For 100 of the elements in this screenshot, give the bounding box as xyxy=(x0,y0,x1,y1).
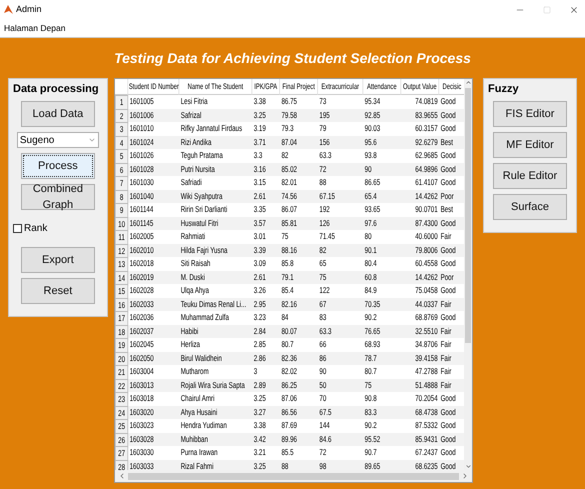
table-cell-text: 1601005 xyxy=(128,95,155,108)
table-cell-text: 1603013 xyxy=(128,378,155,392)
table-cell-text: Birul Walidhein xyxy=(179,352,223,364)
table-cell-text: 82 xyxy=(318,244,328,256)
table-cell-text: 85.02 xyxy=(280,162,298,176)
table-cell-text: 62.9685 xyxy=(414,149,438,162)
table-cell-text: 3.57 xyxy=(252,216,267,230)
row-number: 23 xyxy=(114,392,128,407)
table-cell-text: 63.3 xyxy=(318,324,332,338)
scroll-down-icon[interactable] xyxy=(464,463,472,470)
table-cell-text: 76.65 xyxy=(363,324,381,338)
table-cell-text: 95.52 xyxy=(363,432,381,446)
table-cell-text: Best xyxy=(439,136,454,148)
action-button[interactable]: Process xyxy=(20,153,95,179)
table-cell-text: 3.71 xyxy=(252,136,267,148)
table-cell-text: Teuku Dimas Renal Li... xyxy=(179,298,247,310)
table-cell-text: 67 xyxy=(318,298,328,310)
table-cell-text: Good xyxy=(439,446,457,459)
table-cell-text: Fair xyxy=(439,352,452,364)
vertical-scrollbar[interactable] xyxy=(464,79,472,470)
table-cell-text: 75 xyxy=(318,270,328,284)
fuzzy-button[interactable]: MF Editor xyxy=(493,132,567,158)
horizontal-scrollbar[interactable] xyxy=(114,470,472,482)
fuzzy-button[interactable]: Surface xyxy=(493,194,567,220)
table-cell-text: Best xyxy=(439,203,454,216)
table-cell-text: 1602036 xyxy=(128,311,155,324)
table-cell-text: Habibi xyxy=(179,324,200,338)
table-cell-text: 79 xyxy=(318,122,328,135)
table-cell-text: Rizi Andika xyxy=(179,136,212,148)
row-number: 21 xyxy=(114,365,128,380)
table-cell-text: 71.45 xyxy=(318,230,336,243)
table-cell-text: 67.15 xyxy=(318,190,336,202)
table-cell-text: Rifky Jannatul Firdaus xyxy=(179,122,243,135)
table-cell-text: Hilda Fajri Yusna xyxy=(179,244,228,257)
table-cell-text: 82.16 xyxy=(280,298,298,310)
fuzzy-button[interactable]: Rule Editor xyxy=(493,163,567,189)
table-cell-text: 90 xyxy=(318,365,328,378)
table-cell-text: Good xyxy=(439,432,457,446)
action-button[interactable]: Combined Graph xyxy=(20,184,95,210)
table-cell-text: 3.38 xyxy=(252,95,267,108)
table-cell-text: 14.4262 xyxy=(414,270,438,284)
menu-item[interactable]: Halaman Depan xyxy=(4,22,66,35)
table-cell-text: 90.8 xyxy=(363,392,378,405)
table-cell-text: 3.3 xyxy=(252,149,264,162)
action-button[interactable]: Export xyxy=(20,247,95,273)
table-cell-text: Good xyxy=(439,392,457,405)
table-cell-text: 1601028 xyxy=(128,162,155,176)
table-cell-text: 192 xyxy=(318,203,331,216)
table-cell-text: 80.07 xyxy=(280,324,298,338)
table-cell-text: 83 xyxy=(318,311,328,324)
table-cell-text: 82.36 xyxy=(280,352,298,364)
table-cell-text: 1601030 xyxy=(128,176,155,189)
scrollbar-thumb[interactable] xyxy=(465,88,472,343)
table-cell-text: 79.58 xyxy=(280,108,298,122)
method-dropdown[interactable]: Sugeno xyxy=(16,132,99,148)
table-cell-text: 84.6 xyxy=(318,432,332,446)
table-cell-text: Good xyxy=(439,216,457,230)
table-cell-text: Teguh Pratama xyxy=(179,149,224,162)
table-cell-text: 156 xyxy=(318,136,331,148)
table-cell-text: Good xyxy=(439,108,457,122)
scrollbar-thumb[interactable] xyxy=(128,472,459,480)
scroll-right-icon[interactable] xyxy=(461,472,469,480)
table-cell-text: 60.8 xyxy=(363,270,378,284)
scroll-up-icon[interactable] xyxy=(464,79,472,86)
app-logo-icon xyxy=(4,5,13,15)
action-button[interactable]: Reset xyxy=(20,278,95,304)
table-cell-text: 1602019 xyxy=(128,270,155,284)
table-cell-text: 88.16 xyxy=(280,244,298,256)
table-cell-text: 39.4158 xyxy=(414,352,438,364)
table-cell-text: 75 xyxy=(363,378,372,392)
table-cell-text: 79.1 xyxy=(280,270,294,284)
table-cell-text: 79.8006 xyxy=(414,244,438,256)
table-cell-text: Herliza xyxy=(179,338,201,351)
fuzzy-button[interactable]: FIS Editor xyxy=(493,101,567,127)
table-cell-text: Purna Irawan xyxy=(179,446,218,459)
dropdown-caret-icon[interactable] xyxy=(88,136,96,144)
table-cell-text: 3.01 xyxy=(252,230,267,243)
table-cell-text: 93.8 xyxy=(363,149,378,162)
table-cell-text: 2.85 xyxy=(252,338,267,351)
table-cell-text: Good xyxy=(439,460,457,470)
table-cell-text: 92.6279 xyxy=(414,136,438,148)
table-cell-text: 34.8706 xyxy=(414,338,438,351)
table-cell-text: Good xyxy=(439,95,457,108)
table-cell-text: 1602037 xyxy=(128,324,155,338)
action-button[interactable]: Load Data xyxy=(20,101,95,127)
table-cell-text: Good xyxy=(439,244,457,256)
table-cell-text: 95.6 xyxy=(363,136,378,148)
table-cell-text: Putri Nursita xyxy=(179,162,216,176)
close-icon[interactable] xyxy=(569,5,579,15)
table-cell-text: 1601026 xyxy=(128,149,155,162)
table-cell-text: Fair xyxy=(439,298,452,310)
table-cell-text: 1601040 xyxy=(128,190,155,202)
table-cell-text: Fair xyxy=(439,365,452,378)
table-cell-text: 90 xyxy=(363,162,372,176)
table-cell-text: 86.56 xyxy=(280,406,298,418)
table-cell-text: 68.6235 xyxy=(414,460,438,470)
table-cell-text: 3.23 xyxy=(252,311,267,324)
table-cell-text: Fair xyxy=(439,230,452,243)
rank-checkbox[interactable]: Rank xyxy=(13,221,48,236)
table-cell-text: 1602033 xyxy=(128,298,155,310)
